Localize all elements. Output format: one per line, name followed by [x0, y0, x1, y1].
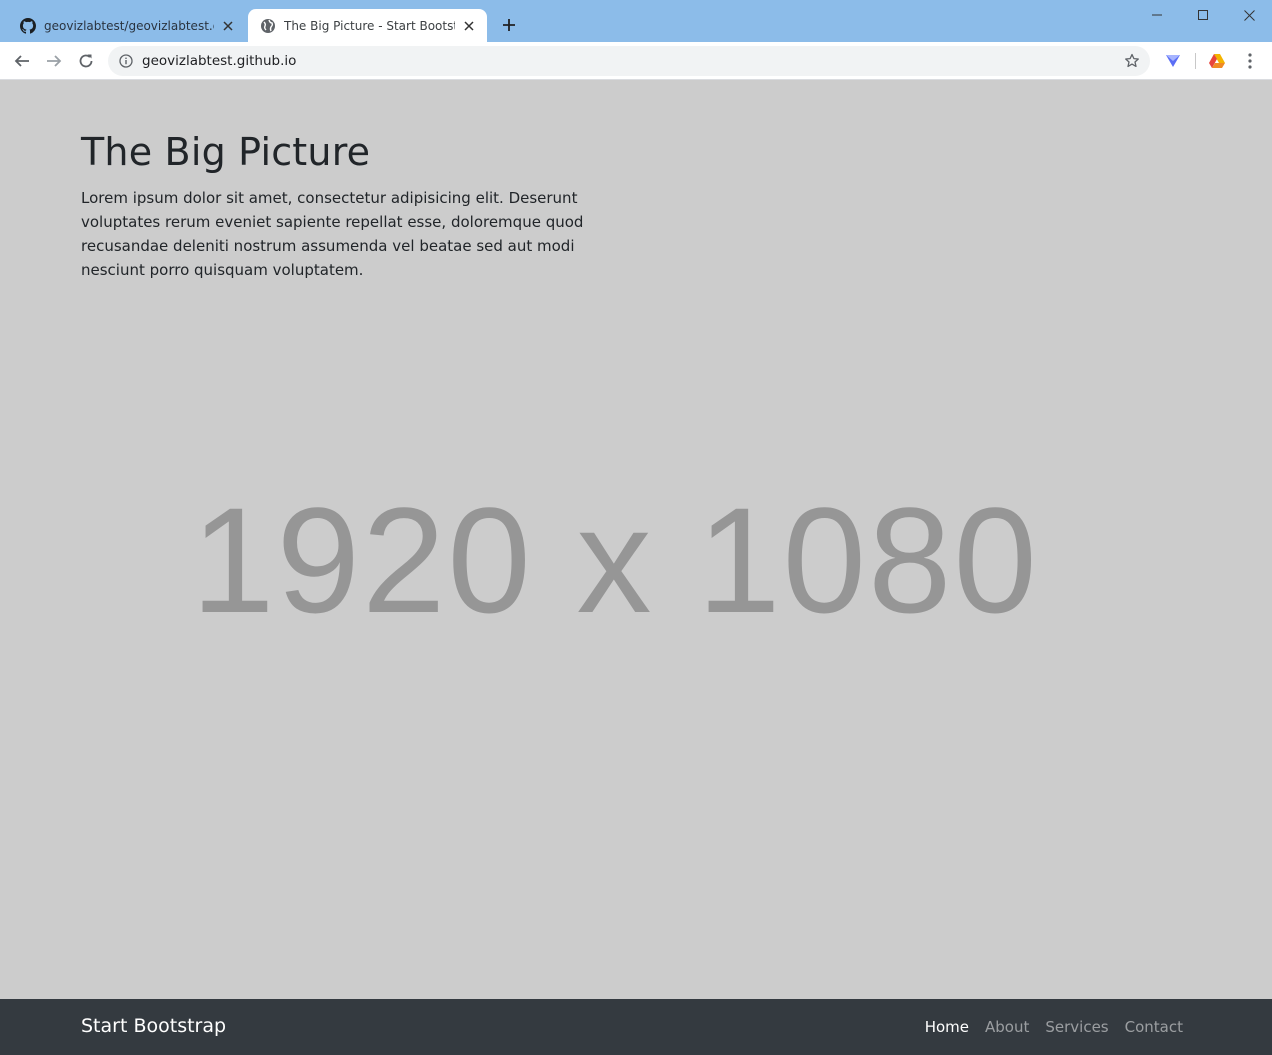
page-title: The Big Picture [81, 130, 371, 174]
nav-link-contact[interactable]: Contact [1125, 1018, 1183, 1036]
close-window-button[interactable] [1226, 0, 1272, 30]
nav-link-home[interactable]: Home [925, 1018, 969, 1036]
nav-links: Home About Services Contact [925, 1018, 1183, 1036]
tab-strip: geovizlabtest/geovizlabtest.github.io Th… [0, 0, 1272, 42]
toolbar-divider [1195, 53, 1196, 69]
bottom-navbar: Start Bootstrap Home About Services Cont… [0, 999, 1272, 1055]
nav-link-services[interactable]: Services [1045, 1018, 1108, 1036]
url-text[interactable]: geovizlabtest.github.io [142, 53, 1122, 69]
tab-big-picture[interactable]: The Big Picture - Start Bootstrap Templa… [248, 9, 487, 42]
reload-button[interactable] [72, 47, 100, 75]
new-tab-button[interactable] [498, 14, 520, 36]
nav-link-about[interactable]: About [985, 1018, 1029, 1036]
arrow-right-icon [47, 55, 62, 67]
minimize-button[interactable] [1134, 0, 1180, 30]
github-icon [20, 17, 36, 34]
maximize-button[interactable] [1180, 0, 1226, 30]
tab-github[interactable]: geovizlabtest/geovizlabtest.github.io [8, 9, 246, 42]
extension-kite-icon[interactable] [1164, 52, 1182, 70]
page-content: The Big Picture Lorem ipsum dolor sit am… [0, 80, 1272, 999]
tab-title: geovizlabtest/geovizlabtest.github.io [44, 18, 214, 33]
reload-icon [79, 54, 93, 68]
globe-icon [260, 18, 276, 34]
navbar-brand[interactable]: Start Bootstrap [81, 1015, 226, 1037]
forward-button[interactable] [40, 47, 68, 75]
browser-toolbar: geovizlabtest.github.io [0, 42, 1272, 80]
back-button[interactable] [8, 47, 36, 75]
tab-title: The Big Picture - Start Bootstrap Templa… [284, 18, 455, 33]
placeholder-image-label: 1920 x 1080 [191, 476, 1039, 644]
close-icon[interactable] [220, 18, 236, 34]
arrow-left-icon [14, 55, 29, 67]
close-icon[interactable] [461, 18, 477, 34]
info-icon[interactable] [118, 53, 134, 69]
address-bar[interactable]: geovizlabtest.github.io [108, 46, 1150, 76]
menu-more-icon[interactable] [1240, 50, 1260, 72]
lead-paragraph: Lorem ipsum dolor sit amet, consectetur … [81, 189, 584, 279]
bookmark-star-icon[interactable] [1122, 51, 1142, 71]
extension-drive-icon[interactable] [1208, 52, 1226, 70]
